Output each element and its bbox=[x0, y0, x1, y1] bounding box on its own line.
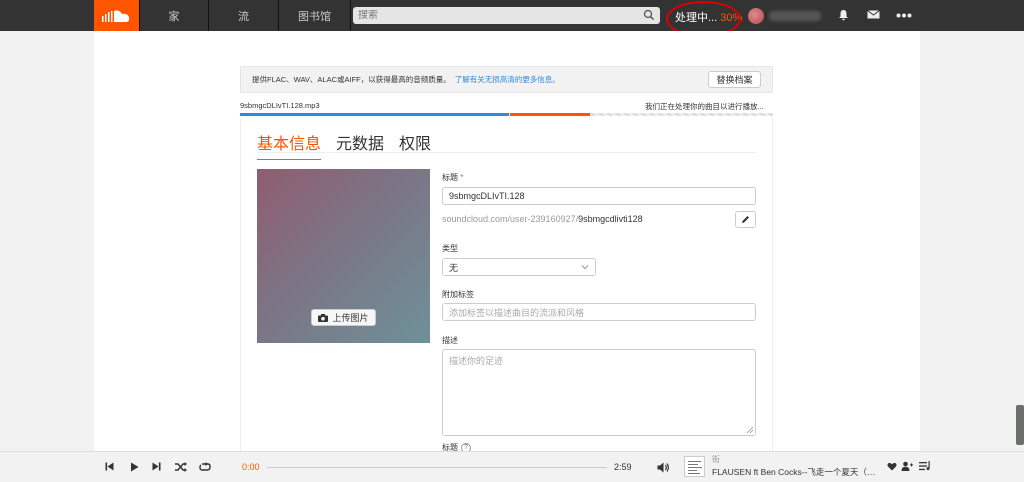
upload-image-button[interactable]: 上传图片 bbox=[311, 309, 376, 326]
camera-icon bbox=[318, 313, 329, 322]
like-heart-icon[interactable] bbox=[887, 462, 897, 471]
title-label-text: 标题 bbox=[442, 173, 458, 182]
upload-filename: 9sbmgcDLIvTI.128.mp3 bbox=[240, 101, 320, 110]
nav-stream[interactable]: 流 bbox=[209, 0, 279, 31]
username-redacted[interactable] bbox=[769, 11, 821, 21]
queue-list-icon[interactable] bbox=[919, 461, 931, 471]
soundcloud-cloud-icon bbox=[101, 9, 129, 22]
track-duration: 2:59 bbox=[614, 462, 632, 472]
search-box bbox=[353, 7, 660, 24]
track-title[interactable]: FLAUSEN ft Ben Cocks--飞走一个夏天（Ac... bbox=[712, 466, 878, 478]
nav-home[interactable]: 家 bbox=[139, 0, 209, 31]
edit-tabs: 基本信息 元数据 权限 bbox=[257, 130, 446, 160]
avatar[interactable] bbox=[748, 8, 764, 24]
notice-text: 提供FLAC、WAV、ALAC或AIFF，以获得最高的音频质量。 bbox=[252, 75, 451, 84]
description-label: 描述 bbox=[442, 336, 458, 345]
play-icon[interactable] bbox=[130, 462, 139, 472]
more-options-icon[interactable] bbox=[896, 13, 912, 18]
processing-progress-fill bbox=[510, 113, 590, 116]
tags-input[interactable]: 添加标签以描述曲目的流派和风格 bbox=[442, 303, 756, 321]
title-label: 标题 * bbox=[442, 172, 463, 183]
processing-message: 我们正在处理你的曲目以进行播放... bbox=[645, 102, 764, 111]
upload-progress-bar bbox=[240, 113, 773, 116]
follow-user-icon[interactable] bbox=[901, 461, 913, 471]
permalink-prefix: soundcloud.com/user-239160927/ bbox=[442, 214, 579, 224]
tab-basic-info[interactable]: 基本信息 bbox=[257, 130, 322, 160]
permalink: soundcloud.com/user-239160927/9sbmgcdliv… bbox=[442, 214, 643, 224]
track-artist[interactable]: 街 bbox=[712, 454, 720, 465]
upload-image-label: 上传图片 bbox=[332, 313, 369, 323]
chevron-down-icon bbox=[581, 265, 589, 270]
resize-handle-icon[interactable] bbox=[746, 426, 753, 433]
next-track-icon[interactable] bbox=[152, 462, 161, 471]
search-icon[interactable] bbox=[643, 9, 655, 21]
messages-envelope-icon[interactable] bbox=[867, 9, 880, 20]
genre-value: 无 bbox=[449, 262, 459, 273]
soundcloud-logo[interactable] bbox=[94, 0, 139, 31]
seek-bar[interactable] bbox=[267, 467, 607, 468]
description-placeholder: 描述你的足迹 bbox=[449, 356, 504, 366]
genre-label: 类型 bbox=[442, 244, 458, 253]
tags-label: 附加标签 bbox=[442, 290, 474, 299]
lossless-notice: 提供FLAC、WAV、ALAC或AIFF，以获得最高的音频质量。 了解有关无损高… bbox=[240, 66, 773, 93]
nav-library[interactable]: 图书馆 bbox=[279, 0, 351, 31]
tab-permissions[interactable]: 权限 bbox=[399, 130, 431, 160]
scrollbar-thumb[interactable] bbox=[1016, 405, 1024, 445]
shuffle-icon[interactable] bbox=[175, 462, 187, 472]
track-artwork[interactable] bbox=[684, 456, 705, 477]
tabs-divider bbox=[257, 152, 756, 153]
lossless-link[interactable]: 了解有关无损高清的更多信息。 bbox=[455, 74, 560, 85]
title-input[interactable]: 9sbmgcDLIvTI.128 bbox=[442, 187, 756, 205]
genre-select[interactable]: 无 bbox=[442, 258, 596, 276]
pencil-icon bbox=[742, 216, 749, 223]
permalink-slug: 9sbmgcdlivti128 bbox=[578, 214, 643, 224]
upload-progress-fill bbox=[240, 113, 509, 116]
description-textarea[interactable]: 描述你的足迹 bbox=[442, 349, 756, 436]
replace-file-button[interactable]: 替换档案 bbox=[708, 71, 761, 88]
required-mark: * bbox=[460, 173, 464, 182]
current-time: 0:00 bbox=[242, 462, 260, 472]
edit-permalink-button[interactable] bbox=[735, 211, 756, 228]
tab-metadata[interactable]: 元数据 bbox=[336, 130, 384, 160]
notification-bell-icon[interactable] bbox=[838, 9, 849, 21]
repeat-icon[interactable] bbox=[199, 462, 211, 472]
previous-track-icon[interactable] bbox=[105, 462, 114, 471]
search-input[interactable] bbox=[358, 10, 638, 21]
volume-icon[interactable] bbox=[657, 462, 670, 473]
